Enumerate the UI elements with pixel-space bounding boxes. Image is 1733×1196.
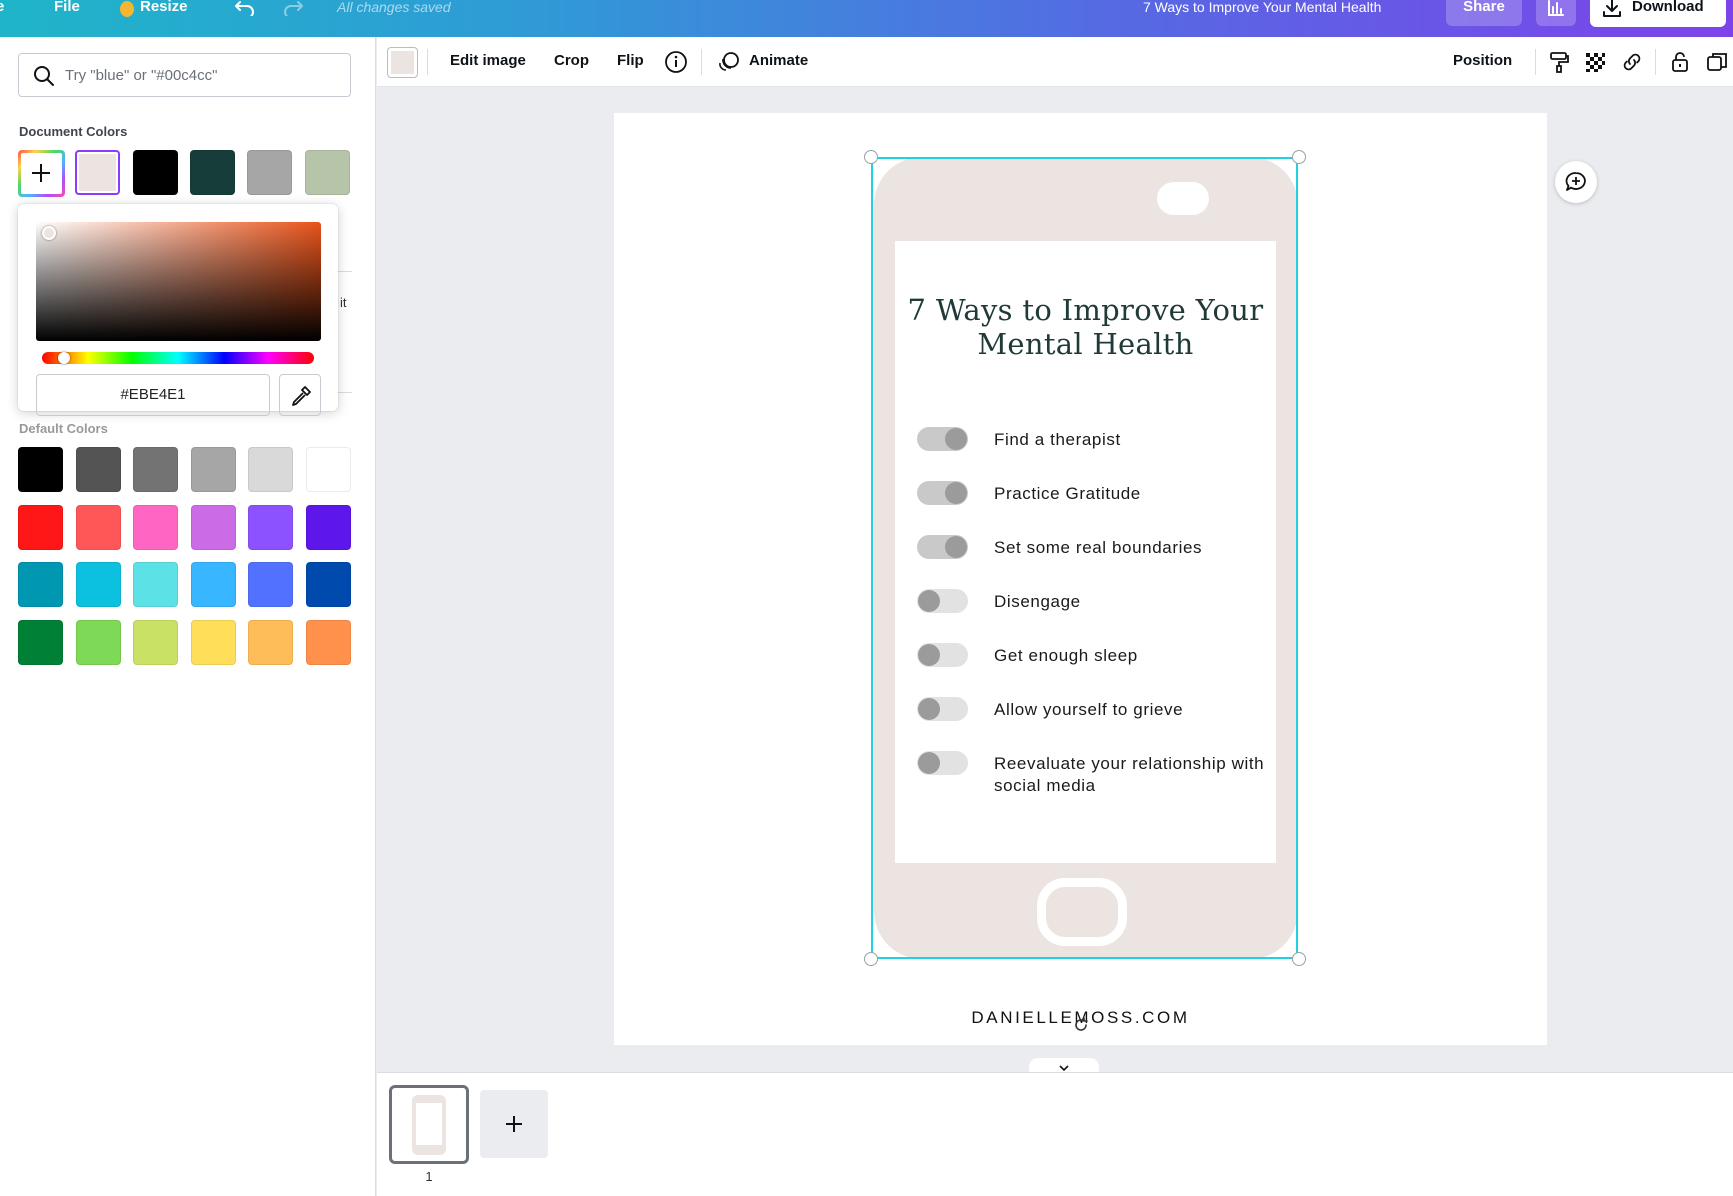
design-page[interactable]: 7 Ways to Improve Your Mental Health Fin… [614,113,1547,1045]
download-label: Download [1632,0,1704,15]
insights-button[interactable] [1536,0,1576,26]
saturation-handle[interactable] [42,226,56,240]
default-colors-label: Default Colors [19,421,108,436]
home-menu[interactable]: e [0,0,4,16]
selection-box [871,157,1298,959]
resize-handle-top-left[interactable] [864,150,878,164]
hue-slider[interactable] [42,352,314,364]
default-color-swatch[interactable] [305,562,351,607]
paint-roller-icon[interactable] [1547,50,1571,74]
divider [427,49,428,75]
share-button[interactable]: Share [1446,0,1522,26]
default-color-swatch[interactable] [133,619,178,665]
transparency-icon[interactable] [1583,50,1607,74]
default-color-swatch[interactable] [248,504,293,550]
fill-color-button[interactable] [387,47,418,78]
document-title[interactable]: 7 Ways to Improve Your Mental Health [1143,0,1381,16]
default-color-swatch[interactable] [190,447,236,492]
link-icon[interactable] [1620,50,1644,74]
default-color-swatch[interactable] [75,504,121,550]
document-color-swatch[interactable] [190,150,235,195]
default-color-swatch[interactable] [18,619,63,665]
color-search[interactable] [18,53,351,97]
add-comment-button[interactable] [1555,161,1597,203]
default-color-swatch[interactable] [133,447,178,492]
divider [701,49,702,75]
bar-chart-icon [1548,0,1564,16]
redo-icon[interactable] [282,0,304,19]
color-panel: Document Colors it Default Colors #EBE4E… [0,37,376,1196]
document-color-swatch[interactable] [305,150,350,195]
page-thumbnail[interactable] [389,1085,469,1164]
default-color-swatch[interactable] [190,619,236,665]
add-color-button[interactable] [18,150,65,197]
default-color-swatch[interactable] [305,504,351,550]
plus-icon [21,153,62,194]
default-color-swatch[interactable] [75,562,121,607]
resize-button[interactable]: Resize [140,0,188,16]
default-color-swatch[interactable] [190,562,236,607]
rotate-icon[interactable] [1073,1017,1089,1033]
animate-button[interactable]: Animate [749,52,808,69]
crop-button[interactable]: Crop [554,52,589,69]
search-icon [34,66,54,86]
info-icon[interactable] [664,50,688,74]
page-strip: 1 [377,1072,1733,1196]
document-color-swatch[interactable] [133,150,178,195]
default-color-swatch[interactable] [305,447,351,492]
eyedropper-icon [292,386,311,406]
page-number: 1 [425,1169,433,1184]
color-picker-popover: #EBE4E1 [18,204,338,416]
thumbnail-preview [412,1095,446,1155]
animate-icon [717,50,741,74]
flip-button[interactable]: Flip [617,52,644,69]
color-search-input[interactable] [65,62,335,88]
default-color-swatch[interactable] [305,619,351,665]
undo-icon[interactable] [234,0,256,19]
save-status: All changes saved [337,0,451,15]
comment-plus-icon [1565,172,1586,191]
duplicate-icon[interactable] [1705,50,1729,74]
crown-icon [120,1,134,17]
default-color-swatch[interactable] [248,562,293,607]
default-color-swatch[interactable] [18,447,63,492]
resize-handle-top-right[interactable] [1292,150,1306,164]
document-colors-label: Document Colors [19,124,128,139]
document-color-swatch[interactable] [247,150,292,195]
file-menu[interactable]: File [54,0,80,16]
resize-handle-bottom-right[interactable] [1292,952,1306,966]
default-color-swatch[interactable] [133,562,178,607]
top-bar: e File Resize All changes saved 7 Ways t… [0,0,1733,37]
position-button[interactable]: Position [1453,52,1512,69]
divider [1655,49,1656,75]
resize-handle-bottom-left[interactable] [864,952,878,966]
download-button[interactable]: Download [1590,0,1726,27]
default-color-swatch[interactable] [18,562,63,607]
hex-input[interactable]: #EBE4E1 [36,374,270,416]
download-icon [1603,0,1621,17]
divider [1535,49,1536,75]
default-color-swatch[interactable] [133,504,178,550]
edit-image-button[interactable]: Edit image [450,52,526,69]
add-page-button[interactable] [480,1090,548,1158]
default-color-swatch[interactable] [190,504,236,550]
default-color-swatch[interactable] [18,504,63,550]
default-color-swatch[interactable] [248,619,293,665]
lock-icon[interactable] [1668,50,1692,74]
panel-text-fragment: it [340,295,347,310]
eyedropper-button[interactable] [279,374,321,416]
saturation-area[interactable] [36,222,321,341]
default-color-swatch[interactable] [75,619,121,665]
default-color-swatch[interactable] [248,447,293,492]
document-color-swatch[interactable] [75,150,120,195]
canvas-workspace: 7 Ways to Improve Your Mental Health Fin… [377,88,1733,1076]
editor-toolbar: Edit image Crop Flip Animate Position [377,37,1733,87]
hue-handle[interactable] [58,352,70,364]
default-color-swatch[interactable] [75,447,121,492]
